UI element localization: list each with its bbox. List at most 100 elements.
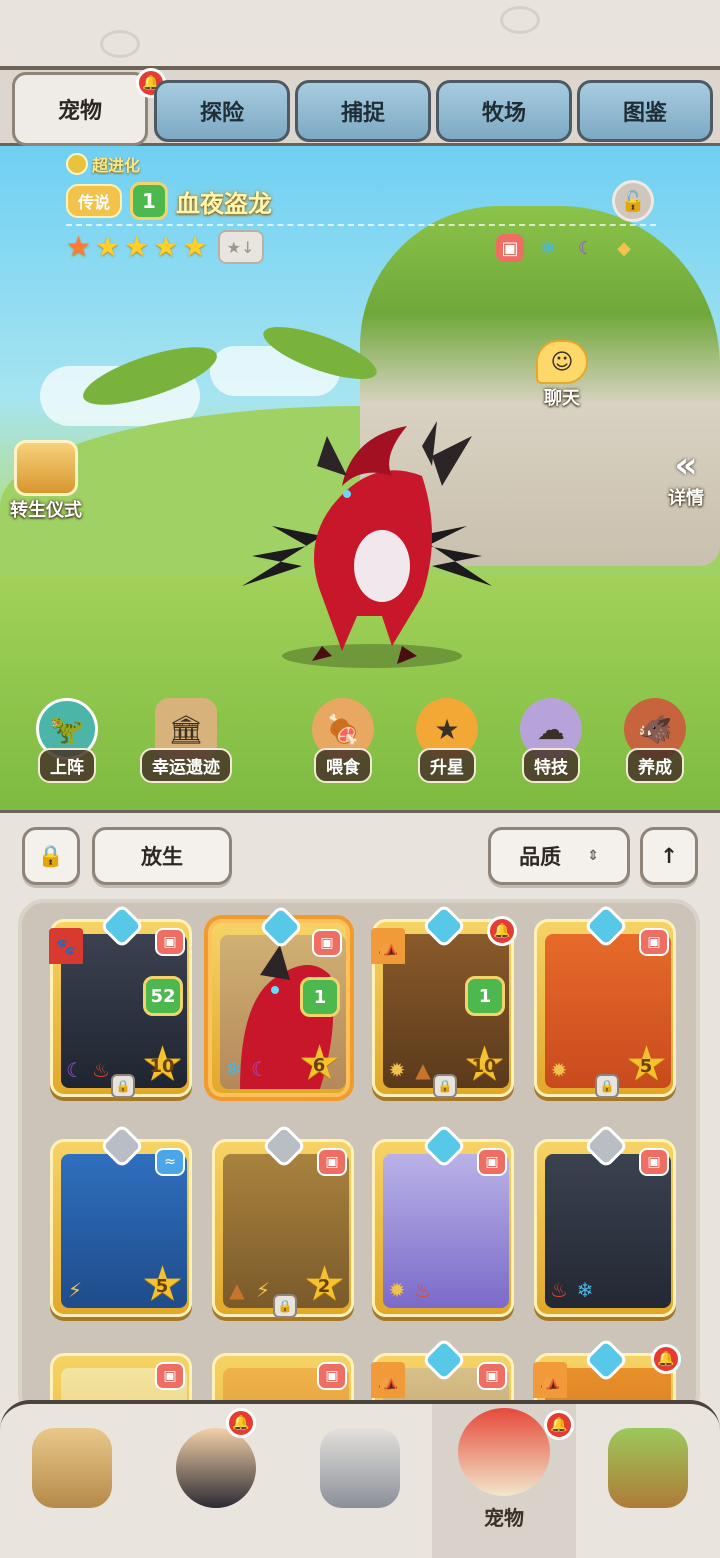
bag-icon: ▣ — [312, 929, 342, 957]
equipment-icon — [320, 1428, 400, 1508]
deploy-label: 上阵 — [38, 748, 96, 783]
evolution-label: 超进化 — [92, 156, 141, 175]
moon-icon: ☾ — [66, 1058, 84, 1082]
nav-equipment[interactable] — [288, 1404, 432, 1558]
pet-card[interactable]: ▣ ♨ ❄ — [534, 1123, 676, 1317]
notification-bell-icon: 🔔 — [226, 1408, 256, 1438]
moon-icon: ☾ — [251, 1057, 269, 1081]
pet-card[interactable]: ▣ ✹ ♨ — [372, 1123, 514, 1317]
rebirth-label: 转生仪式 — [10, 500, 82, 521]
card-level-badge: 52 — [143, 976, 183, 1016]
earth-icon: ▲ — [229, 1278, 245, 1302]
bag-icon: ▣ — [477, 1362, 507, 1390]
star-up-label: 升星 — [418, 748, 476, 783]
star-icon: ★ — [95, 230, 121, 263]
tab-codex[interactable]: 图鉴 — [577, 80, 713, 142]
card-star-count: 10 — [141, 1040, 184, 1088]
pet-card[interactable]: ▣ ▲ ⚡ 2 🔒 — [212, 1123, 354, 1318]
action-row: 🦖 上阵 🏛 幸运遗迹 🍖 喂食 ★ 升星 ☁ 特技 🐗 养成 — [0, 698, 720, 798]
sort-label: 品质 — [519, 845, 562, 869]
nav-pet-label: 宠物 — [484, 1506, 524, 1530]
star-up-button[interactable]: ★ 升星 — [402, 698, 492, 783]
lock-icon: 🔒 — [111, 1074, 135, 1098]
nav-pet[interactable]: 🔔 宠物 — [432, 1404, 576, 1558]
lucky-relic-label: 幸运遗迹 — [140, 748, 232, 783]
deploy-button[interactable]: 🦖 上阵 — [22, 698, 112, 783]
bag-icon: ▣ — [317, 1362, 347, 1390]
pet-card[interactable]: 🐾 ▣ 52 ☾ ♨ 10 🔒 — [49, 903, 192, 1098]
pet-name: 血夜盗龙 — [176, 189, 273, 218]
tab-pet[interactable]: 宠物 — [12, 72, 148, 146]
pet-card[interactable]: ≈ ⚡ 5 — [50, 1123, 192, 1317]
sun-icon: ✹ — [388, 1278, 406, 1302]
hero-icon — [176, 1428, 256, 1508]
sort-order-button[interactable]: ↑ — [640, 827, 698, 885]
star-rating: ★ ★ ★ ★ ★ ★↓ — [66, 230, 272, 264]
pet-card-grid: 🐾 ▣ 52 ☾ ♨ 10 🔒 ▣ 1 ❄ ☾ 6 — [18, 899, 700, 1531]
super-evolution-tag: 超进化 — [66, 152, 272, 176]
lock-icon: 🔒 — [433, 1074, 457, 1098]
tribe-flag-icon: ⛺ — [371, 1362, 405, 1398]
pet-level-badge: 1 — [130, 182, 169, 220]
tab-capture[interactable]: 捕捉 — [295, 80, 431, 142]
feed-label: 喂食 — [314, 748, 372, 783]
trait-icons: ▣ ❄ ☾ ◆ — [496, 234, 638, 262]
card-level-badge: 1 — [465, 976, 505, 1016]
nav-tribe[interactable] — [0, 1404, 144, 1558]
tribe-flag-icon: ⛺ — [371, 928, 405, 964]
release-button[interactable]: 放生 — [92, 827, 232, 885]
nav-totem[interactable] — [576, 1404, 720, 1558]
pet-list-panel: 🔒 放生 品质 ⇕ ↑ 🐾 ▣ 52 ☾ ♨ 10 🔒 — [0, 810, 720, 1531]
list-controls: 🔒 放生 品质 ⇕ ↑ — [0, 827, 720, 889]
sun-icon: ✹ — [388, 1058, 406, 1082]
lock-icon: 🔒 — [273, 1294, 297, 1318]
card-star-count: 2 — [303, 1260, 346, 1308]
pet-card[interactable]: ⛺ 🔔 1 ✹ ▲ 10 🔒 — [371, 903, 517, 1098]
star-icon: ★ — [182, 230, 208, 263]
bag-icon: ▣ — [477, 1148, 507, 1176]
wind-trait-icon: ≈ — [155, 1148, 185, 1176]
tab-ranch[interactable]: 牧场 — [436, 80, 572, 142]
totem-icon — [608, 1428, 688, 1508]
snowflake-icon: ❄ — [225, 1057, 243, 1081]
top-stone-background — [0, 0, 720, 70]
lock-filter-button[interactable]: 🔒 — [22, 827, 80, 885]
chat-button[interactable]: ☺ 聊天 — [536, 340, 588, 410]
train-button[interactable]: 🐗 养成 — [610, 698, 700, 783]
star-icon: ★ — [66, 230, 92, 263]
pet-card-selected[interactable]: ▣ 1 ❄ ☾ 6 — [208, 904, 350, 1097]
feed-button[interactable]: 🍖 喂食 — [298, 698, 388, 783]
sort-arrows-icon: ⇕ — [587, 848, 599, 864]
notification-bell-icon: 🔔 — [651, 1344, 681, 1374]
cheese-icon: ◆ — [617, 237, 631, 259]
rarity-badge: 传说 — [66, 184, 123, 218]
pet-scene: 超进化 传说 1 血夜盗龙 ★ ★ ★ ★ ★ ★↓ 🔓 ▣ ❄ ☾ ◆ ☺ 聊… — [0, 146, 720, 810]
snowflake-icon: ❄ — [576, 1278, 594, 1302]
bag-trait-icon: ▣ — [496, 234, 524, 262]
nav-hero[interactable]: 🔔 — [144, 1404, 288, 1558]
pet-card[interactable]: ▣ ✹ 5 🔒 — [534, 903, 676, 1098]
lucky-relic-button[interactable]: 🏛 幸运遗迹 — [130, 698, 242, 783]
rebirth-ritual-button[interactable]: 转生仪式 — [10, 440, 82, 522]
divider — [66, 224, 656, 226]
chat-face-icon: ☺ — [536, 340, 588, 384]
skill-button[interactable]: ☁ 特技 — [506, 698, 596, 783]
card-star-count: 5 — [625, 1040, 668, 1088]
details-button[interactable]: « 详情 — [668, 448, 704, 510]
bottom-navigation: 🔔 🔔 宠物 — [0, 1400, 720, 1558]
unlock-icon[interactable]: 🔓 — [612, 180, 654, 222]
tab-explore[interactable]: 探险 — [154, 80, 290, 142]
star-icon: ★ — [153, 230, 179, 263]
lock-icon: 🔒 — [595, 1074, 619, 1098]
sort-dropdown[interactable]: 品质 ⇕ — [488, 827, 630, 885]
tribe-flag-icon: ⛺ — [533, 1362, 567, 1398]
fire-icon: ♨ — [414, 1278, 432, 1302]
tribe-icon — [32, 1428, 112, 1508]
fire-icon: ♨ — [550, 1278, 568, 1302]
swirl-decoration — [500, 6, 540, 34]
moon-icon: ☾ — [577, 237, 595, 259]
star-info-button[interactable]: ★↓ — [217, 230, 264, 264]
skill-label: 特技 — [522, 748, 580, 783]
chat-label: 聊天 — [544, 388, 580, 409]
details-label: 详情 — [668, 488, 704, 509]
